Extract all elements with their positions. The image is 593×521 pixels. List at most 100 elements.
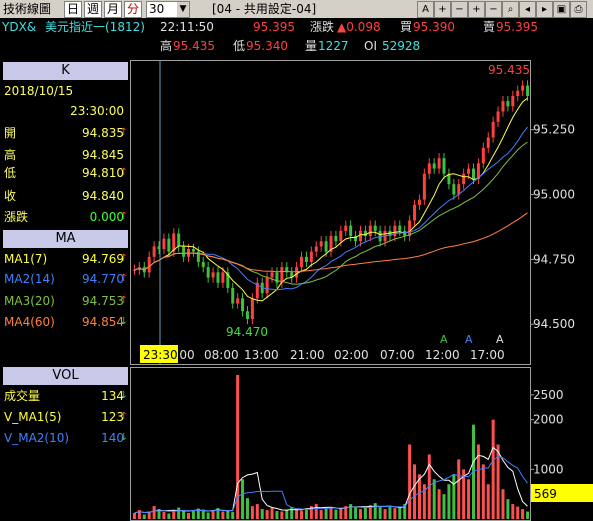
volume-bar: [172, 510, 176, 519]
volume-bar: [432, 479, 436, 519]
candle-body: [304, 256, 308, 262]
volume-bar: [295, 509, 299, 519]
volume-bar: [275, 511, 279, 519]
volume-bar: [260, 509, 264, 519]
candle-body: [427, 163, 431, 174]
candle-body: [471, 168, 475, 179]
candle-body: [422, 173, 426, 200]
volume-bar: [314, 504, 318, 519]
volume-bar: [142, 514, 146, 519]
candle-body: [221, 272, 225, 283]
layout-label: [04 - 共用設定-04]: [212, 2, 317, 16]
volume-bar: [437, 489, 441, 519]
fit-icon[interactable]: ▣: [553, 1, 570, 18]
candle-body: [378, 230, 382, 242]
k-panel-header: K: [3, 62, 128, 80]
forward-icon[interactable]: ▸: [536, 1, 553, 18]
vol-info-panel: VOL 成交量 134 ↓ V_MA1(5) 123 ↑ V_MA2(10) 140 ↓: [0, 367, 130, 457]
ma2-value: 94.770: [82, 272, 124, 286]
x-tick-label: 07:00: [380, 348, 415, 362]
candle-body: [167, 238, 171, 252]
volume-bar: [191, 511, 195, 519]
search-icon[interactable]: ⌕: [502, 1, 519, 18]
print-icon[interactable]: ⎙: [570, 1, 587, 18]
vol-row: 成交量 134 ↓: [4, 387, 128, 405]
volume-bar: [408, 444, 412, 519]
volume-bar: [324, 508, 328, 519]
symbol-code: YDX&: [2, 20, 37, 34]
marker-a-icon: A: [496, 333, 504, 346]
k-change-label: 漲跌: [4, 210, 29, 224]
candle-body: [442, 158, 446, 174]
k-close-row: 收 94.840: [4, 187, 128, 205]
volume-bars-group: [132, 375, 530, 519]
volume-bar: [265, 510, 269, 519]
ma-lines-group: [134, 97, 528, 302]
candle-body: [339, 230, 343, 242]
candle-body: [319, 241, 323, 247]
candle-body: [358, 230, 362, 242]
candle-body: [201, 261, 205, 268]
volume-bar: [211, 510, 215, 519]
last-price: 95.395: [253, 20, 295, 34]
k-time-value: 23:30:00: [70, 104, 124, 118]
candle-body: [344, 225, 348, 231]
volume-bar: [349, 504, 353, 519]
ask-label: 賣: [483, 20, 496, 34]
period-week-button[interactable]: 週: [84, 1, 103, 18]
volume-bar: [486, 484, 490, 519]
volume-bar: [358, 509, 362, 519]
oi-value: 52928: [382, 39, 421, 53]
candle-body: [368, 225, 372, 237]
ma2-label: MA2(14): [4, 272, 55, 286]
current-volume-label: 569: [534, 487, 557, 501]
volume-bar: [241, 479, 245, 519]
back-icon[interactable]: ◂: [519, 1, 536, 18]
candle-body: [501, 101, 505, 112]
y-tick-label: 2500: [533, 388, 564, 402]
cursor-time-label: 23:30: [143, 348, 178, 362]
expand-button[interactable]: +: [468, 1, 485, 18]
volume-bar: [511, 504, 515, 519]
marker-a-icon: A: [440, 333, 448, 346]
shrink-button[interactable]: −: [485, 1, 502, 18]
candle-body: [250, 298, 254, 320]
candle-body: [393, 225, 397, 237]
price-chart[interactable]: 95.25095.00094.75094.500 01:0008:0013:00…: [130, 60, 593, 367]
candle-body: [467, 168, 471, 174]
candle-body: [300, 256, 304, 268]
candle-body: [413, 204, 417, 221]
period-minute-button[interactable]: 分: [124, 1, 143, 18]
interval-select[interactable]: 30 ▼: [146, 1, 190, 18]
volume-bar: [270, 508, 274, 519]
candle-body: [191, 249, 195, 252]
ma1-label: MA1(7): [4, 252, 48, 266]
k-low-label: 低: [4, 166, 17, 180]
ma2-row: MA2(14) 94.770 ↑: [4, 270, 128, 288]
volume-bar: [182, 510, 186, 519]
x-tick-label: 21:00: [290, 348, 325, 362]
volume-bar: [516, 506, 520, 519]
candle-body: [432, 163, 436, 169]
zoom-in-button[interactable]: +: [434, 1, 451, 18]
zoom-out-button[interactable]: −: [451, 1, 468, 18]
period-month-button[interactable]: 月: [104, 1, 123, 18]
ma-line: [134, 126, 528, 291]
candle-body: [206, 267, 210, 278]
candle-body: [314, 246, 318, 252]
ma1-value: 94.769: [82, 252, 124, 266]
volume-bar: [481, 464, 485, 519]
volume-bar: [378, 507, 382, 519]
volume-bar: [206, 512, 210, 519]
volume-chart[interactable]: 250020001000500 569: [130, 367, 593, 521]
candle-body: [241, 298, 245, 312]
ma-info-panel: MA MA1(7) 94.769 ↑ MA2(14) 94.770 ↑ MA3(20) 9…: [0, 230, 130, 340]
volume-bar: [231, 512, 235, 519]
k-info-panel: K 2018/10/15 23:30:00 開 94.835 ↑ 高 94.845 低…: [0, 60, 130, 230]
font-button[interactable]: A: [417, 1, 434, 18]
chevron-down-icon[interactable]: ▼: [177, 2, 189, 17]
period-day-button[interactable]: 日: [64, 1, 83, 18]
volume-bar: [280, 511, 284, 519]
x-tick-label: 08:00: [204, 348, 239, 362]
candle-body: [506, 101, 510, 107]
